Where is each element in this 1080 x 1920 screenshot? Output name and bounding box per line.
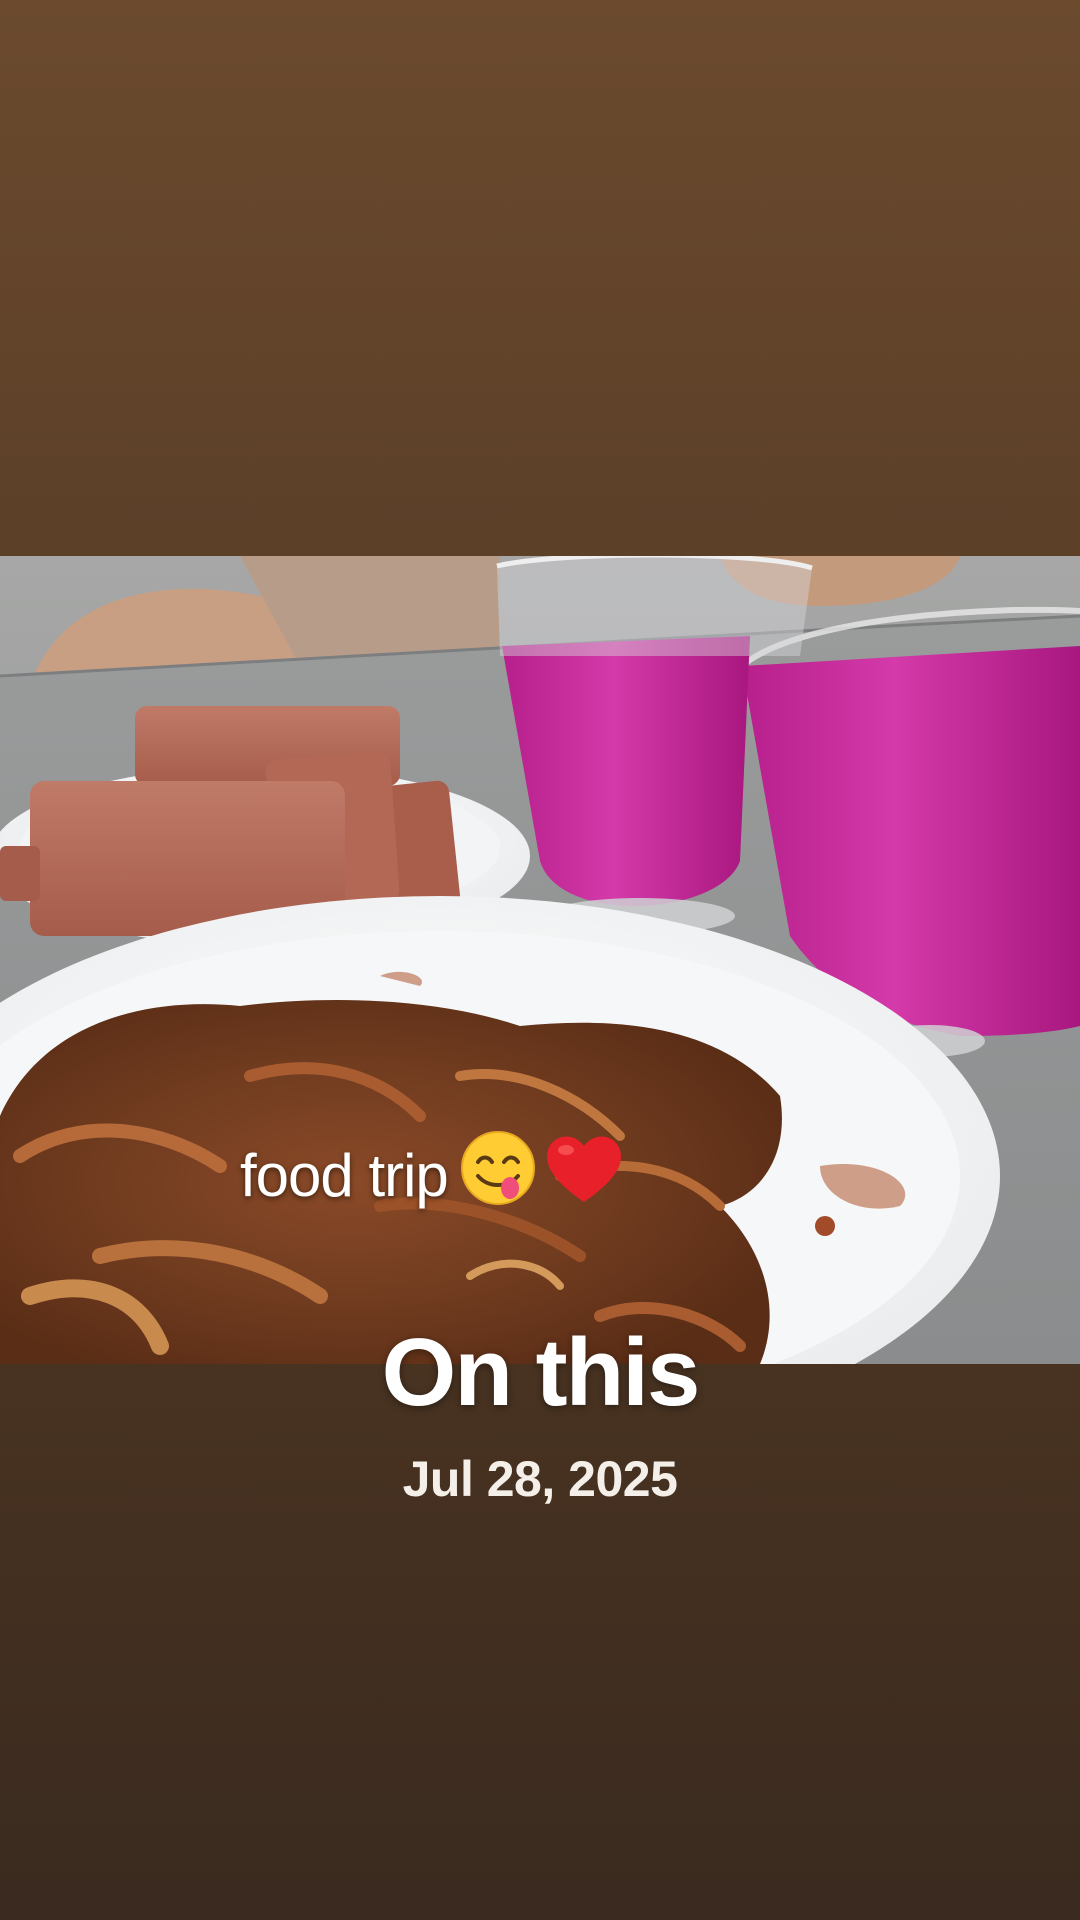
- food-photo-illustration: [0, 556, 1080, 1364]
- memory-screen: food trip On this Jul 28, 2025: [0, 0, 1080, 1920]
- face-savoring-food-icon: [458, 1128, 538, 1222]
- memory-title: On this: [381, 1319, 701, 1426]
- memory-date: Jul 28, 2025: [402, 1451, 678, 1507]
- photo-caption: food trip: [240, 1131, 626, 1215]
- red-heart-icon: [542, 1128, 626, 1222]
- caption-text: food trip: [240, 1141, 449, 1209]
- memory-photo[interactable]: [0, 556, 1080, 1364]
